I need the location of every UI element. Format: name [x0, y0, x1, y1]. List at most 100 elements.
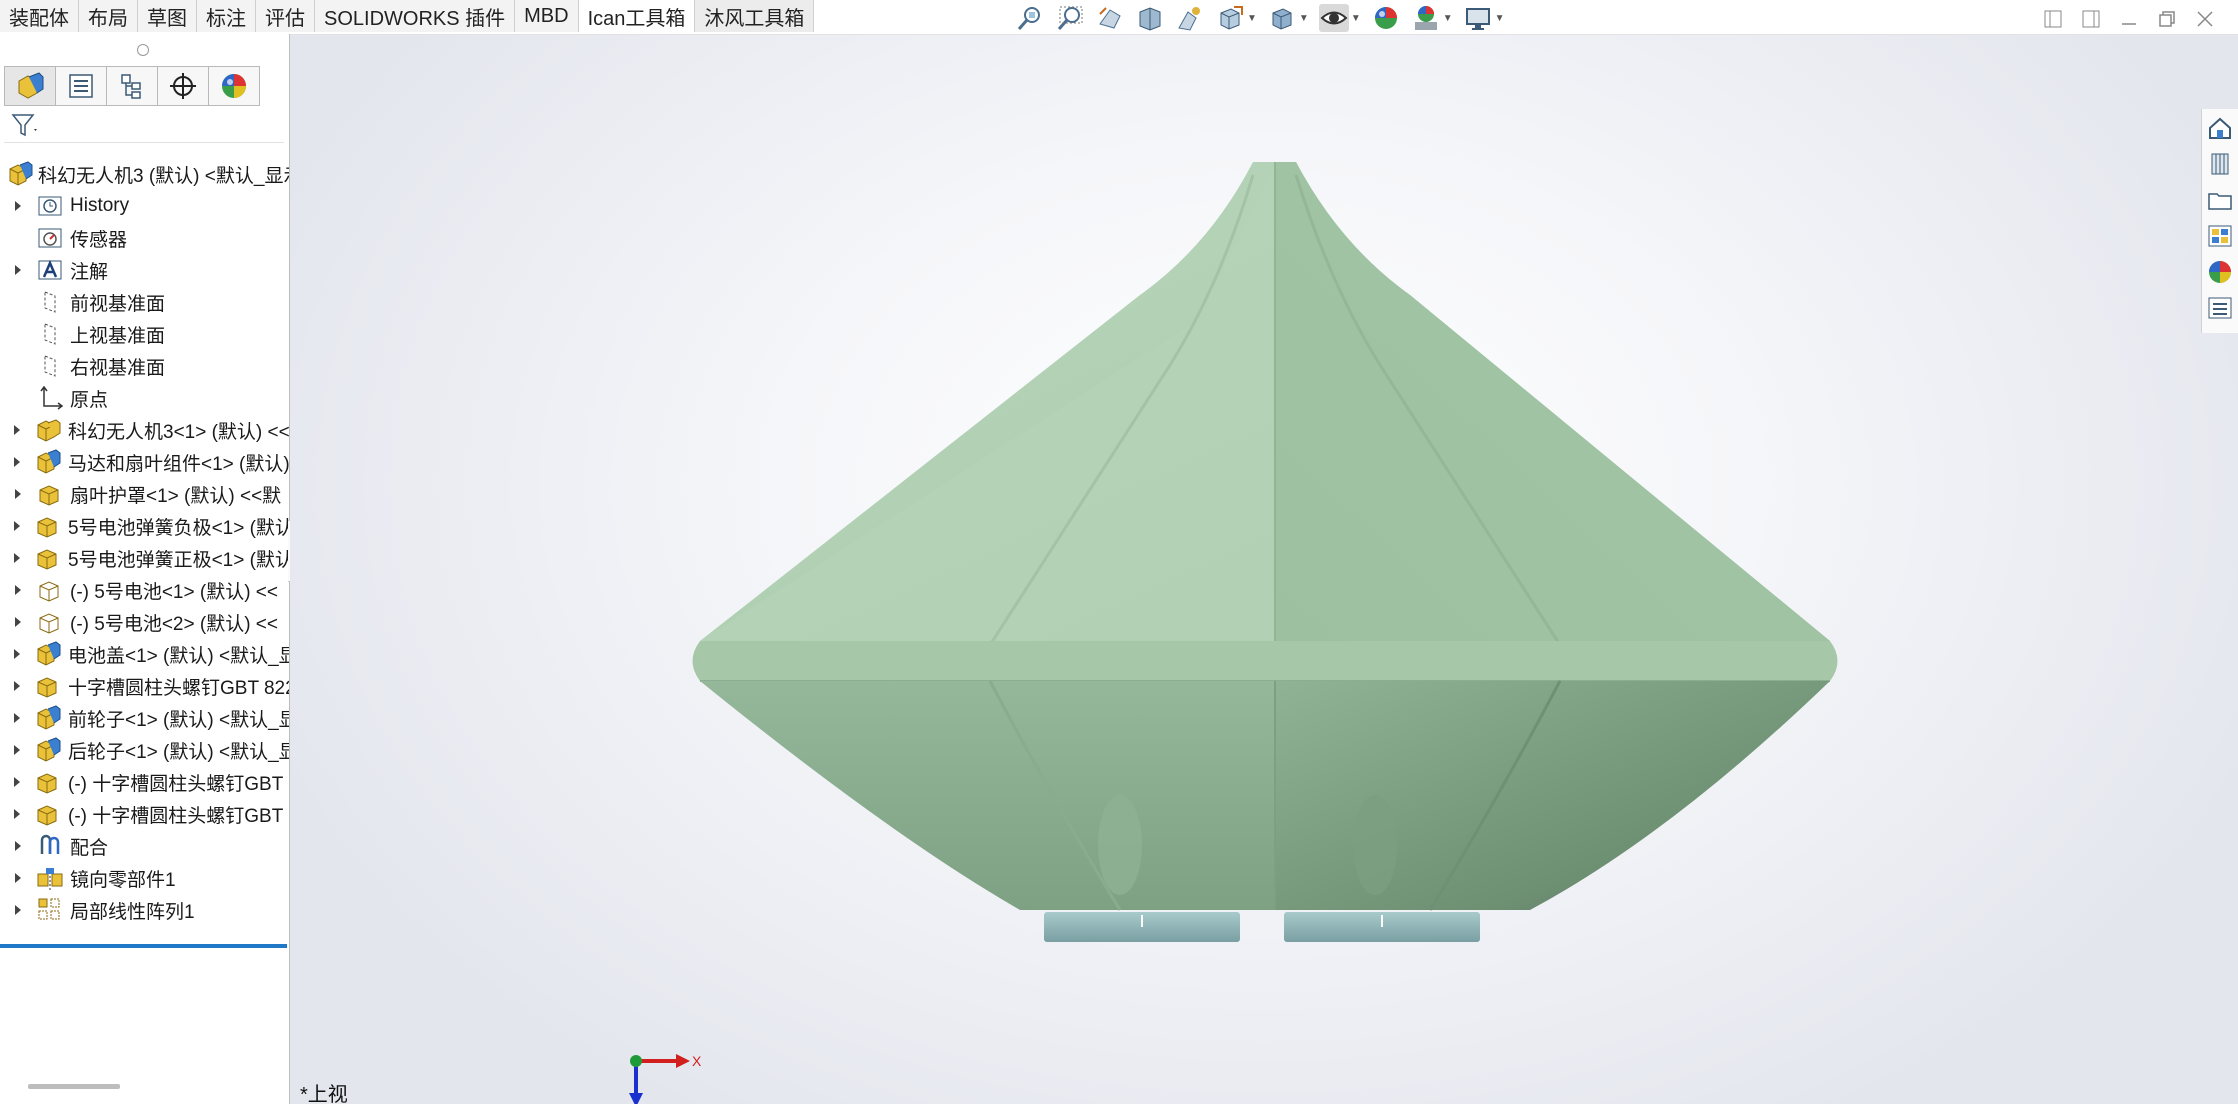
tree-item-component[interactable]: 5号电池弹簧正极<1> (默认 [0, 542, 289, 574]
edit-appearance-button[interactable] [1371, 4, 1401, 32]
tab-solidworks-addins[interactable]: SOLIDWORKS 插件 [315, 0, 516, 32]
appearances-scenes-button[interactable] [2205, 257, 2235, 287]
hide-show-dropdown[interactable]: ▼ [1351, 13, 1361, 24]
tree-root[interactable]: 科幻无人机3 (默认) <默认_显示 [0, 158, 289, 190]
restore-button[interactable] [2156, 8, 2178, 30]
configuration-manager-tab[interactable] [107, 66, 158, 106]
apply-scene-button[interactable] [1411, 4, 1441, 32]
dynamic-annotation-button[interactable] [1175, 4, 1205, 32]
tree-item-history[interactable]: History [0, 190, 289, 222]
tree-item-label: 5号电池弹簧负极<1> (默认 [68, 517, 289, 539]
tree-item-component[interactable]: 5号电池弹簧负极<1> (默认 [0, 510, 289, 542]
tree-item-component[interactable]: 后轮子<1> (默认) <默认_显 [0, 734, 289, 766]
view-settings-dropdown[interactable]: ▼ [1495, 13, 1505, 24]
expand-arrow-icon[interactable] [12, 648, 22, 660]
display-style-dropdown[interactable]: ▼ [1299, 13, 1309, 24]
zoom-to-area-button[interactable] [1055, 4, 1085, 32]
previous-view-button[interactable] [1095, 4, 1125, 32]
view-orientation-dropdown[interactable]: ▼ [1247, 13, 1257, 24]
file-explorer-button[interactable] [2205, 185, 2235, 215]
expand-arrow-icon[interactable] [12, 744, 22, 756]
expand-arrow-icon[interactable] [12, 776, 22, 788]
tree-item-component[interactable]: (-) 十字槽圆柱头螺钉GBT 8 [0, 798, 289, 830]
tree-item-label: (-) 5号电池<2> (默认) << [70, 613, 278, 635]
close-button[interactable] [2194, 8, 2216, 30]
tree-item-sensors[interactable]: 传感器 [0, 222, 289, 254]
display-manager-tab[interactable] [209, 66, 260, 106]
property-manager-tab[interactable] [56, 66, 107, 106]
tree-item-mates[interactable]: 配合 [0, 830, 289, 862]
tree-item-component[interactable]: 电池盖<1> (默认) <默认_显 [0, 638, 289, 670]
expand-arrow-icon[interactable] [12, 488, 24, 500]
assembly-icon [34, 640, 62, 668]
tree-item-component[interactable]: (-) 5号电池<2> (默认) << [0, 606, 289, 638]
expand-arrow-icon[interactable] [12, 904, 24, 916]
graphics-area[interactable]: X Z [290, 35, 2238, 1104]
tile-right-icon [2082, 10, 2100, 28]
expand-arrow-icon[interactable] [12, 808, 22, 820]
drone-model[interactable] [290, 35, 2238, 1104]
tree-item-component[interactable]: 马达和扇叶组件<1> (默认) [0, 446, 289, 478]
expand-arrow-icon[interactable] [12, 552, 22, 564]
design-library-button[interactable] [2205, 149, 2235, 179]
rollback-bar[interactable] [0, 944, 287, 948]
section-view-button[interactable] [1135, 4, 1165, 32]
tab-layout[interactable]: 布局 [79, 0, 138, 32]
minimize-button[interactable] [2118, 8, 2140, 30]
expand-arrow-icon[interactable] [12, 584, 24, 596]
custom-properties-button[interactable] [2205, 293, 2235, 323]
apply-scene-dropdown[interactable]: ▼ [1443, 13, 1453, 24]
assembly-icon [34, 416, 62, 444]
tree-item-component[interactable]: 扇叶护罩<1> (默认) <<默 [0, 478, 289, 510]
tile-right-button[interactable] [2080, 8, 2102, 30]
tab-mufeng-toolbox[interactable]: 沐风工具箱 [695, 0, 815, 32]
tree-item-top-plane[interactable]: 上视基准面 [0, 318, 289, 350]
horizontal-scrollbar[interactable] [28, 1084, 120, 1089]
expand-arrow-icon[interactable] [12, 264, 24, 276]
tree-item-label: 5号电池弹簧正极<1> (默认 [68, 549, 289, 571]
tree-item-mirror[interactable]: 镜向零部件1 [0, 862, 289, 894]
tree-item-component[interactable]: (-) 5号电池<1> (默认) << [0, 574, 289, 606]
filter-button[interactable] [10, 110, 50, 140]
tab-assembly[interactable]: 装配体 [0, 0, 79, 32]
tree-item-label: 十字槽圆柱头螺钉GBT 822 [68, 677, 289, 699]
expand-arrow-icon[interactable] [12, 872, 24, 884]
part-icon [34, 768, 62, 796]
expand-arrow-icon[interactable] [12, 712, 22, 724]
expand-arrow-icon[interactable] [12, 200, 24, 212]
tree-item-front-plane[interactable]: 前视基准面 [0, 286, 289, 318]
solidworks-resources-button[interactable] [2205, 113, 2235, 143]
tab-ican-toolbox[interactable]: Ican工具箱 [578, 0, 696, 32]
expand-arrow-icon[interactable] [12, 520, 22, 532]
tree-item-annotations[interactable]: 注解 [0, 254, 289, 286]
tab-mbd[interactable]: MBD [515, 0, 579, 32]
expand-arrow-icon[interactable] [12, 424, 22, 436]
tree-item-component[interactable]: 科幻无人机3<1> (默认) << [0, 414, 289, 446]
tree-item-label: 科幻无人机3<1> (默认) << [68, 421, 289, 443]
tab-markup[interactable]: 标注 [197, 0, 256, 32]
tree-item-component[interactable]: (-) 十字槽圆柱头螺钉GBT 8 [0, 766, 289, 798]
tab-sketch[interactable]: 草图 [138, 0, 197, 32]
expand-arrow-icon[interactable] [12, 456, 22, 468]
zoom-to-fit-button[interactable] [1015, 4, 1045, 32]
tree-item-component[interactable]: 前轮子<1> (默认) <默认_显 [0, 702, 289, 734]
tree-item-right-plane[interactable]: 右视基准面 [0, 350, 289, 382]
expand-arrow-icon[interactable] [12, 680, 22, 692]
tile-left-button[interactable] [2042, 8, 2064, 30]
tree-item-origin[interactable]: 原点 [0, 382, 289, 414]
pane-grip[interactable] [137, 44, 149, 56]
expand-arrow-icon[interactable] [12, 840, 24, 852]
expand-arrow-icon[interactable] [12, 616, 24, 628]
view-palette-button[interactable] [2205, 221, 2235, 251]
tree-item-label: 右视基准面 [70, 357, 166, 379]
tree-item-pattern[interactable]: 局部线性阵列1 [0, 894, 289, 926]
part-icon [36, 608, 64, 636]
dimxpert-manager-tab[interactable] [158, 66, 209, 106]
view-settings-button[interactable] [1463, 4, 1493, 32]
view-orientation-button[interactable] [1215, 4, 1245, 32]
display-style-button[interactable] [1267, 4, 1297, 32]
hide-show-items-button[interactable] [1318, 4, 1349, 32]
tab-evaluate[interactable]: 评估 [256, 0, 315, 32]
feature-manager-tab[interactable] [4, 66, 56, 106]
tree-item-component[interactable]: 十字槽圆柱头螺钉GBT 822 [0, 670, 289, 702]
